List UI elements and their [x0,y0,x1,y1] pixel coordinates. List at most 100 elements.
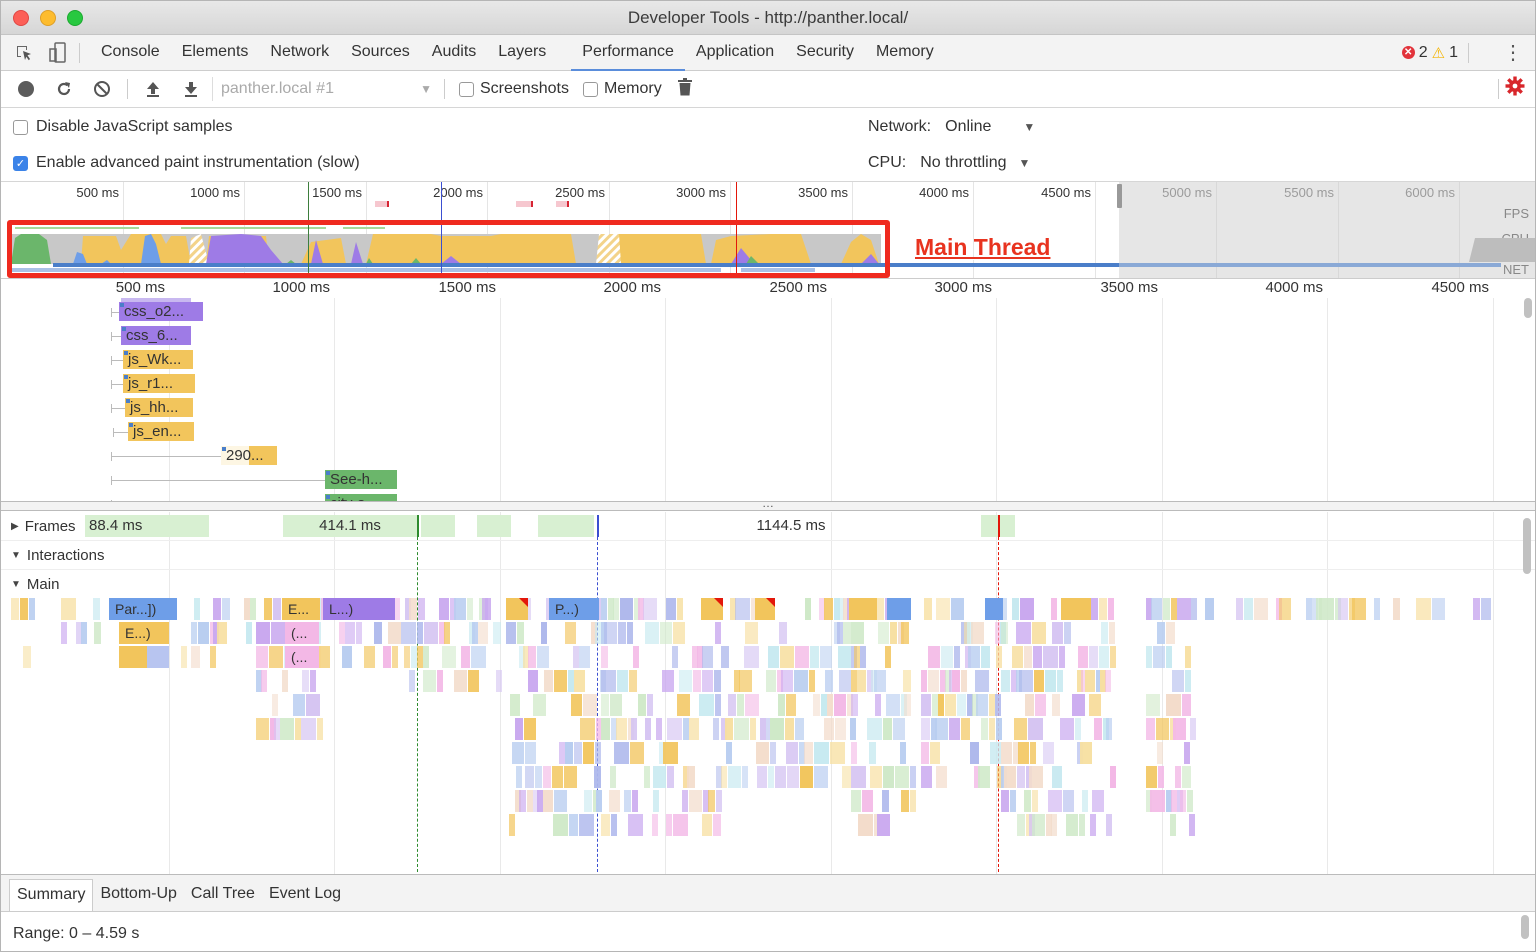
flame-slice[interactable] [596,790,602,812]
flame-slice[interactable] [786,694,796,716]
flame-slice[interactable] [525,766,534,788]
flame-slice[interactable] [1157,622,1165,644]
flame-slice[interactable] [1473,598,1480,620]
flame-slice[interactable] [1190,718,1196,740]
flame-slice[interactable] [945,694,956,716]
flame-slice[interactable] [1045,670,1056,692]
flame-slice[interactable] [928,646,940,668]
flame-slice[interactable] [610,766,616,788]
flame-slice[interactable] [1012,646,1023,668]
flame-slice[interactable] [869,742,876,764]
flame-slice[interactable] [1166,622,1175,644]
flame-slice[interactable] [1004,766,1016,788]
flame-slice[interactable] [1051,598,1057,620]
flame-slice[interactable]: (... [285,622,319,644]
flame-slice[interactable] [949,718,960,740]
flame-slice[interactable] [1182,766,1191,788]
flame-slice[interactable] [533,694,546,716]
flame-slice[interactable] [989,718,995,740]
flame-slice[interactable] [1092,790,1104,812]
flame-slice[interactable] [418,598,425,620]
flame-slice[interactable] [1024,646,1032,668]
flame-slice[interactable] [1052,766,1062,788]
flame-slice[interactable] [981,718,988,740]
flame-slice[interactable] [1163,598,1170,620]
flame-slice[interactable] [739,670,752,692]
flame-slice[interactable] [660,622,672,644]
flame-scrollbar[interactable] [1523,518,1531,574]
flame-slice[interactable] [961,670,967,692]
flame-slice[interactable] [282,670,288,692]
flame-slice[interactable] [601,670,616,692]
flame-slice[interactable] [601,646,608,668]
flame-slice[interactable] [653,790,659,812]
interactions-track-header[interactable]: ▼ Interactions [1,541,1535,570]
flame-slice[interactable] [383,646,391,668]
flame-slice[interactable] [210,646,216,668]
flame-slice[interactable] [1254,598,1268,620]
flame-slice[interactable] [543,766,551,788]
flame-slice[interactable] [11,598,19,620]
flame-slice[interactable] [198,622,209,644]
flame-slice[interactable] [689,790,702,812]
close-window-button[interactable] [13,10,29,26]
flame-slice[interactable] [735,598,750,620]
flame-slice[interactable] [1032,622,1046,644]
flame-slice[interactable] [1393,598,1400,620]
flame-slice[interactable] [990,742,1001,764]
flame-slice[interactable] [1075,718,1081,740]
flame-slice[interactable] [795,646,809,668]
flame-slice[interactable] [702,646,713,668]
flame-slice[interactable] [1338,598,1348,620]
flame-slice[interactable] [996,718,1002,740]
flame-slice[interactable] [256,718,269,740]
flame-slice[interactable] [952,670,960,692]
flame-slice[interactable] [293,694,305,716]
flame-slice[interactable] [509,814,515,836]
frame-block[interactable]: 414.1 ms [283,515,417,537]
flame-slice[interactable] [1066,814,1078,836]
flame-slice[interactable] [687,766,695,788]
flame-slice[interactable] [1060,718,1074,740]
flame-slice[interactable] [519,790,526,812]
flame-slice[interactable] [213,598,221,620]
flame-slice[interactable] [910,766,916,788]
flame-slice[interactable]: E...) [119,622,169,644]
frame-block[interactable]: 88.4 ms [85,515,209,537]
flame-slice[interactable] [471,646,486,668]
flame-slice[interactable] [662,670,674,692]
flame-slice[interactable] [1029,766,1043,788]
flame-slice[interactable] [757,766,767,788]
frame-block[interactable]: 1144.5 ms [601,515,981,537]
flame-slice[interactable] [830,742,845,764]
flame-slice[interactable] [321,646,330,668]
flame-slice[interactable] [936,598,950,620]
flame-slice[interactable] [673,622,685,644]
flame-slice[interactable] [1099,598,1107,620]
flame-slice[interactable] [814,766,828,788]
flame-slice[interactable] [1175,766,1181,788]
flame-slice[interactable] [1043,742,1054,764]
flame-slice[interactable] [716,790,722,812]
flame-slice[interactable] [1024,790,1031,812]
flame-slice[interactable] [624,790,631,812]
tab-memory[interactable]: Memory [865,35,945,71]
tab-audits[interactable]: Audits [421,35,487,71]
flame-slice[interactable] [890,622,897,644]
network-request-bar[interactable]: js_r1... [123,374,195,393]
flame-slice[interactable] [786,742,798,764]
flame-slice[interactable] [565,742,573,764]
flame-slice[interactable] [424,622,438,644]
network-request-bar[interactable]: js_hh... [125,398,193,417]
flame-slice[interactable] [618,622,626,644]
flame-slice[interactable] [580,718,595,740]
flame-slice[interactable] [666,814,672,836]
flame-slice[interactable] [579,646,590,668]
flame-slice[interactable] [877,814,890,836]
flame-chart[interactable]: ▶ Frames ▼ Interactions ▼ Main 88.4 ms 41… [1,512,1535,874]
flame-slice[interactable] [693,670,701,692]
flame-slice[interactable] [1001,742,1012,764]
flame-slice[interactable] [936,766,947,788]
flame-slice[interactable] [454,598,466,620]
flame-slice[interactable] [485,598,491,620]
